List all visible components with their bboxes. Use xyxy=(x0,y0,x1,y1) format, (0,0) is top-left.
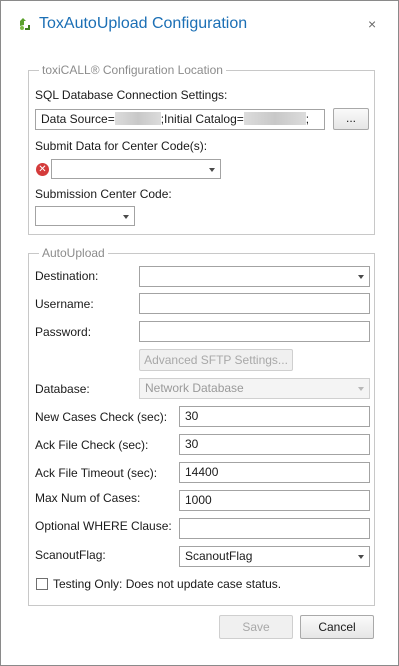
chevron-down-icon xyxy=(358,387,364,391)
dialog-title: ToxAutoUpload Configuration xyxy=(39,15,248,32)
ack-check-input[interactable]: 30 xyxy=(179,434,370,455)
destination-label: Destination: xyxy=(35,269,99,283)
ack-check-label: Ack File Check (sec): xyxy=(35,438,149,452)
autoupload-legend: AutoUpload xyxy=(42,246,105,260)
sql-connection-label: SQL Database Connection Settings: xyxy=(35,88,228,102)
ack-timeout-label: Ack File Timeout (sec): xyxy=(35,466,158,480)
config-location-legend: toxiCALL® Configuration Location xyxy=(42,63,223,77)
redacted-data-source xyxy=(114,112,161,125)
chevron-down-icon xyxy=(209,168,215,172)
title-bar: ToxAutoUpload Configuration × xyxy=(1,1,398,45)
chevron-down-icon xyxy=(123,215,129,219)
browse-connection-button[interactable]: ... xyxy=(333,108,369,130)
chevron-down-icon xyxy=(358,275,364,279)
config-dialog: ToxAutoUpload Configuration × toxiCALL® … xyxy=(0,0,399,666)
where-clause-label: Optional WHERE Clause: xyxy=(35,519,172,533)
center-codes-combo[interactable] xyxy=(51,159,221,179)
conn-middle: ;Initial Catalog= xyxy=(160,112,244,126)
submission-code-label: Submission Center Code: xyxy=(35,187,172,201)
error-icon: ✕ xyxy=(36,163,49,176)
connection-string-field[interactable]: Data Source= ;Initial Catalog=; xyxy=(35,109,325,130)
redacted-catalog xyxy=(243,112,306,125)
max-cases-label: Max Num of Cases: xyxy=(35,491,141,505)
advanced-sftp-button[interactable]: Advanced SFTP Settings... xyxy=(139,349,293,371)
save-button[interactable]: Save xyxy=(219,615,293,639)
conn-suffix: ; xyxy=(305,112,310,126)
destination-combo[interactable] xyxy=(139,266,370,287)
scanout-flag-value: ScanoutFlag xyxy=(185,549,253,563)
scanout-flag-label: ScanoutFlag: xyxy=(35,548,106,562)
new-cases-input[interactable]: 30 xyxy=(179,406,370,427)
database-combo[interactable]: Network Database xyxy=(139,378,370,399)
password-input[interactable] xyxy=(139,321,370,342)
testing-only-label[interactable]: Testing Only: Does not update case statu… xyxy=(53,577,281,591)
conn-prefix: Data Source= xyxy=(41,112,115,126)
new-cases-label: New Cases Check (sec): xyxy=(35,410,168,424)
testing-only-checkbox[interactable] xyxy=(36,578,48,590)
username-input[interactable] xyxy=(139,293,370,314)
ack-timeout-input[interactable]: 14400 xyxy=(179,462,370,483)
scanout-flag-combo[interactable]: ScanoutFlag xyxy=(179,546,370,567)
submission-code-combo[interactable] xyxy=(35,206,135,226)
username-label: Username: xyxy=(35,297,94,311)
password-label: Password: xyxy=(35,325,92,339)
where-clause-input[interactable] xyxy=(179,518,370,539)
close-icon[interactable]: × xyxy=(368,17,376,31)
cancel-button[interactable]: Cancel xyxy=(300,615,374,639)
max-cases-input[interactable]: 1000 xyxy=(179,490,370,511)
database-value: Network Database xyxy=(145,381,244,395)
center-codes-label: Submit Data for Center Code(s): xyxy=(35,139,208,153)
database-label: Database: xyxy=(35,382,90,396)
recycle-upload-icon xyxy=(20,18,30,30)
chevron-down-icon xyxy=(358,555,364,559)
